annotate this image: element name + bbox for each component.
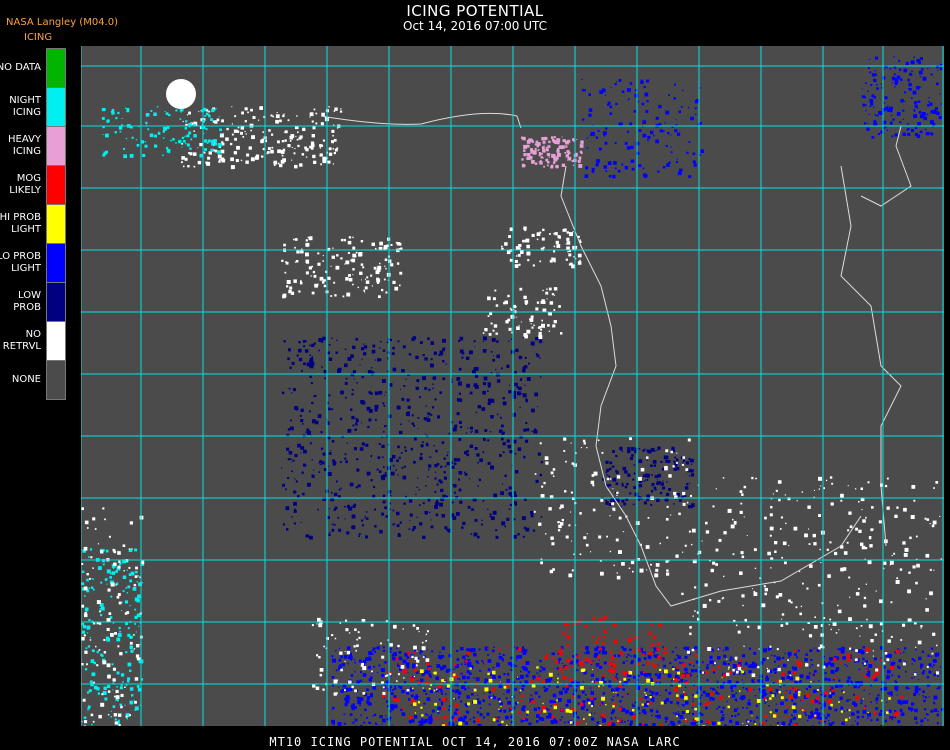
cloud-blob xyxy=(166,79,196,109)
legend-label: HI PROB LIGHT xyxy=(0,211,41,235)
legend-label: NONE xyxy=(11,373,41,385)
icing-map xyxy=(81,46,944,726)
legend-label: NO RETRVL xyxy=(2,328,41,352)
legend-label: LOW PROB xyxy=(13,289,41,313)
legend-label: NO DATA xyxy=(0,61,41,73)
legend-label: MOG LIKELY xyxy=(9,172,41,196)
legend-label: HEAVY ICING xyxy=(8,133,41,157)
border-northeast xyxy=(860,125,912,207)
legend-item-no-data: NO DATA xyxy=(0,48,66,88)
legend-item-night-icing: NIGHT ICING xyxy=(0,87,66,127)
legend-label: LO PROB LIGHT xyxy=(0,250,41,274)
chart-timestamp: Oct 14, 2016 07:00 UTC xyxy=(403,19,547,33)
legend-swatch xyxy=(46,204,66,244)
legend-label: NIGHT ICING xyxy=(9,94,41,118)
lat-lon-grid xyxy=(81,46,944,726)
legend-item-low-prob: LOW PROB xyxy=(0,282,66,322)
legend-title: ICING xyxy=(24,32,53,43)
border-east xyxy=(840,165,902,547)
legend-item-none: NONE xyxy=(0,360,66,400)
legend-item-hi-prob-light: HI PROB LIGHT xyxy=(0,204,66,244)
legend-item-mog-likely: MOG LIKELY xyxy=(0,165,66,205)
footer-caption: MT10 ICING POTENTIAL OCT 14, 2016 07:00Z… xyxy=(269,735,681,749)
legend-swatch xyxy=(46,87,66,127)
legend-swatch xyxy=(46,165,66,205)
border-central xyxy=(560,165,862,607)
chart-title: ICING POTENTIAL xyxy=(406,2,544,20)
legend-swatch xyxy=(46,360,66,400)
source-label: NASA Langley (M04.0) xyxy=(6,17,118,28)
legend-swatch xyxy=(46,243,66,283)
legend-item-heavy-icing: HEAVY ICING xyxy=(0,126,66,166)
legend-item-lo-prob-light: LO PROB LIGHT xyxy=(0,243,66,283)
legend-swatch xyxy=(46,126,66,166)
legend-swatch xyxy=(46,282,66,322)
legend-swatch xyxy=(46,321,66,361)
legend-swatch xyxy=(46,48,66,88)
legend-item-no-retrieval: NO RETRVL xyxy=(0,321,66,361)
map-canvas xyxy=(81,46,944,726)
